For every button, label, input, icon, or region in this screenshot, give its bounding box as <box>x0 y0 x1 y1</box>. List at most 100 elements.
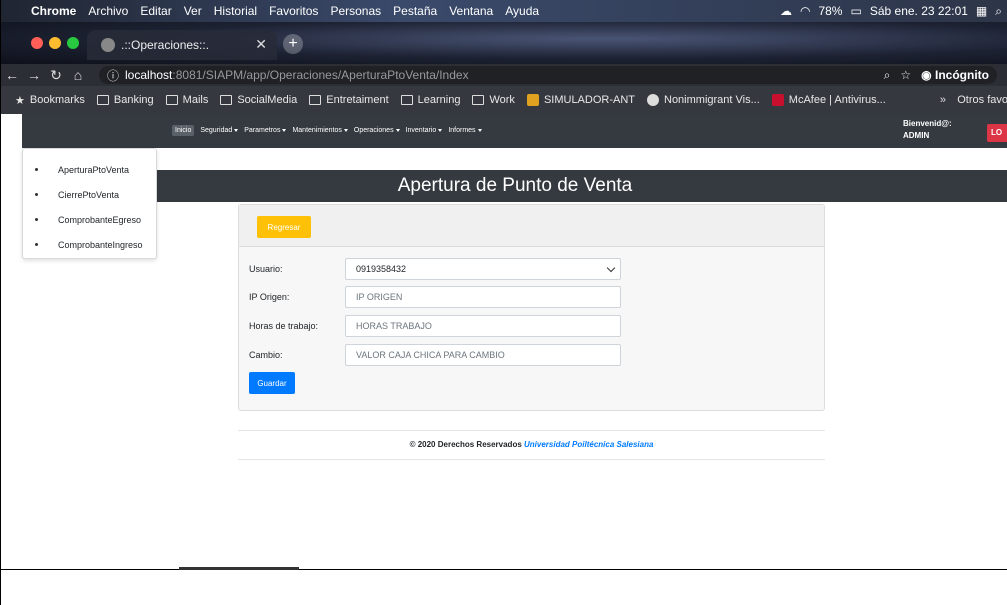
page-title: Apertura de Punto de Venta <box>397 175 633 196</box>
bookmark-label: SocialMedia <box>237 94 298 106</box>
bookmark-label: Learning <box>417 94 461 106</box>
minimize-window-icon[interactable] <box>49 37 61 49</box>
back-arrow-icon[interactable]: ← <box>1 67 23 83</box>
caret-down-icon <box>395 128 400 132</box>
back-button[interactable]: Regresar <box>257 216 311 238</box>
incognito-indicator[interactable]: ◉ Incógnito <box>921 68 989 82</box>
window-bottom-edge <box>1 569 1007 570</box>
wifi-icon[interactable]: ◠ <box>800 4 810 18</box>
nav-operaciones[interactable]: Operaciones <box>354 127 400 134</box>
tab-close-icon[interactable]: ✕ <box>255 36 267 53</box>
incognito-label: Incógnito <box>935 68 989 82</box>
forward-arrow-icon[interactable]: → <box>23 67 45 83</box>
url-path: :8081/SIAPM/app/Operaciones/AperturaPtoV… <box>172 68 469 82</box>
browser-toolbar: ← → ↻ ⌂ ⓘ localhost :8081/SIAPM/app/Oper… <box>1 64 1007 86</box>
star-icon: ★ <box>15 94 25 107</box>
nav-informes[interactable]: Informes <box>448 127 482 134</box>
clock[interactable]: Sáb ene. 23 22:01 <box>870 4 968 18</box>
nav-inventario[interactable]: Inventario <box>406 127 443 134</box>
new-tab-button[interactable]: + <box>283 34 303 54</box>
ip-origen-input[interactable]: IP ORIGEN <box>345 286 621 308</box>
zoom-icon[interactable]: ⌕ <box>884 68 891 83</box>
menu-archivo[interactable]: Archivo <box>88 4 128 18</box>
nav-parametros[interactable]: Parametros <box>244 127 287 134</box>
bookmark-label: Mails <box>182 94 209 106</box>
horizontal-scrollbar[interactable] <box>179 567 299 570</box>
ip-placeholder: IP ORIGEN <box>356 292 403 302</box>
tab-strip: .::Operaciones::. ✕ + <box>1 22 1007 64</box>
usuario-label: Usuario: <box>249 264 283 274</box>
bookmark-mails[interactable]: Mails <box>165 94 209 106</box>
menu-ayuda[interactable]: Ayuda <box>505 4 539 18</box>
flag-icon[interactable]: ▦ <box>976 4 987 18</box>
bookmark-banking[interactable]: Banking <box>96 94 154 106</box>
folder-icon <box>309 95 322 105</box>
dropdown-item-egreso[interactable]: ComprobanteEgreso <box>23 207 156 232</box>
dropdown-item-apertura[interactable]: AperturaPtoVenta <box>23 157 156 182</box>
bookmark-others[interactable]: Otros favo <box>957 86 1007 114</box>
nav-seguridad[interactable]: Seguridad <box>200 127 239 134</box>
spotlight-icon[interactable]: ⌕ <box>995 4 1002 19</box>
cloud-icon[interactable]: ☁ <box>780 4 792 18</box>
usuario-select[interactable]: 0919358432 <box>345 258 621 280</box>
dropdown-label: AperturaPtoVenta <box>58 164 130 175</box>
footer-university-link[interactable]: Universidad Poiltécnica Salesiana <box>524 440 653 449</box>
incognito-icon: ◉ <box>921 68 932 82</box>
menu-editar[interactable]: Editar <box>140 4 171 18</box>
bookmark-entretaiment[interactable]: Entretaiment <box>309 94 389 106</box>
bookmark-simulador-ant[interactable]: SIMULADOR-ANT <box>526 94 635 106</box>
cambio-label: Cambio: <box>249 350 283 360</box>
caret-down-icon <box>343 128 348 132</box>
home-icon[interactable]: ⌂ <box>67 67 89 83</box>
bookmark-bookmarks[interactable]: ★ Bookmarks <box>15 94 85 107</box>
bookmark-label: Entretaiment <box>326 94 389 106</box>
ip-label: IP Origen: <box>249 292 290 302</box>
bullet-icon <box>35 243 38 246</box>
battery-icon[interactable]: ▭ <box>850 4 861 18</box>
dropdown-label: CierrePtoVenta <box>58 189 120 200</box>
menu-favoritos[interactable]: Favoritos <box>269 4 318 18</box>
menu-ver[interactable]: Ver <box>184 4 202 18</box>
dropdown-label: ComprobanteIngreso <box>58 239 143 250</box>
nav-label: Informes <box>448 127 476 134</box>
welcome-block: Bienvenid@: ADMIN <box>903 118 952 142</box>
horas-trabajo-input[interactable]: HORAS TRABAJO <box>345 315 621 337</box>
zoom-window-icon[interactable] <box>67 37 79 49</box>
reload-icon[interactable]: ↻ <box>45 67 67 84</box>
bookmark-star-icon[interactable]: ☆ <box>900 68 911 82</box>
cambio-input[interactable]: VALOR CAJA CHICA PARA CAMBIO <box>345 344 621 366</box>
menu-pestana[interactable]: Pestaña <box>393 4 437 18</box>
save-button[interactable]: Guardar <box>249 372 295 394</box>
nav-label: Operaciones <box>353 127 394 134</box>
site-info-icon[interactable]: ⓘ <box>107 67 119 84</box>
browser-tab[interactable]: .::Operaciones::. ✕ <box>87 30 277 60</box>
nav-mantenimientos[interactable]: Mantenimientos <box>292 127 348 134</box>
dropdown-item-ingreso[interactable]: ComprobanteIngreso <box>23 232 156 257</box>
app-menu: Inicio Seguridad Parametros Mantenimient… <box>172 125 488 136</box>
close-window-icon[interactable] <box>31 37 43 49</box>
mcafee-shield-icon <box>771 94 784 106</box>
bookmark-mcafee[interactable]: McAfee | Antivirus... <box>771 94 886 106</box>
mac-menubar: Chrome Archivo Editar Ver Historial Favo… <box>1 0 1007 22</box>
tab-title: .::Operaciones::. <box>121 38 210 52</box>
folder-icon <box>472 95 485 105</box>
bookmark-work[interactable]: Work <box>472 94 515 106</box>
card-header: Regresar <box>239 205 824 247</box>
logout-button[interactable]: LO <box>987 124 1007 142</box>
bookmark-socialmedia[interactable]: SocialMedia <box>220 94 297 106</box>
bookmark-label: SIMULADOR-ANT <box>543 94 635 106</box>
bookmarks-overflow-button[interactable]: » <box>940 86 946 114</box>
bookmark-label: Otros favo <box>957 94 1007 106</box>
nav-inicio[interactable]: Inicio <box>172 125 195 136</box>
battery-percent[interactable]: 78% <box>818 4 842 18</box>
menu-app-name[interactable]: Chrome <box>31 4 76 18</box>
app-navbar: Inicio Seguridad Parametros Mantenimient… <box>22 114 1007 148</box>
address-bar[interactable]: ⓘ localhost :8081/SIAPM/app/Operaciones/… <box>99 66 997 84</box>
url-host: localhost <box>125 68 173 82</box>
menu-historial[interactable]: Historial <box>214 4 257 18</box>
bookmark-nonimmigrant[interactable]: Nonimmigrant Vis... <box>647 94 760 106</box>
bookmark-learning[interactable]: Learning <box>400 94 461 106</box>
menu-ventana[interactable]: Ventana <box>449 4 493 18</box>
menu-personas[interactable]: Personas <box>330 4 381 18</box>
dropdown-item-cierre[interactable]: CierrePtoVenta <box>23 182 156 207</box>
